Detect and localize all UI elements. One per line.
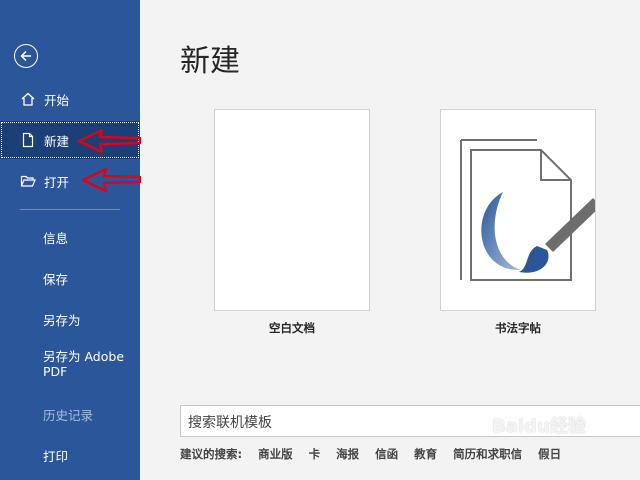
- nav-history: 历史记录: [0, 396, 140, 434]
- nav-new-label: 新建: [44, 133, 70, 149]
- template-calligraphy-label: 书法字帖: [495, 321, 541, 335]
- nav-save-as-adobe-label-line1: 另存为 Adobe: [43, 349, 125, 364]
- back-button[interactable]: [14, 44, 38, 68]
- open-folder-icon: [20, 173, 36, 189]
- nav-history-label: 历史记录: [43, 407, 94, 423]
- nav-save-label: 保存: [43, 271, 69, 287]
- nav-save-as[interactable]: 另存为: [0, 301, 140, 339]
- annotation-arrow-open: [81, 167, 142, 193]
- new-document-icon: [20, 132, 36, 148]
- suggested-link-resume[interactable]: 简历和求职信: [453, 446, 522, 462]
- nav-save-as-adobe-pdf-label: 另存为 Adobe PDF: [43, 349, 124, 379]
- baidu-jingyan-watermark: Baidu经验: [492, 416, 586, 437]
- nav-info[interactable]: 信息: [0, 219, 140, 257]
- nav-print[interactable]: 打印: [0, 437, 140, 475]
- annotation-arrow-new: [77, 128, 142, 154]
- backstage-sidebar: 开始 新建 打开 信息 保存 另存为 另存为 Adobe PDF 历史记录 打印: [0, 0, 140, 480]
- calligraphy-template-icon: [460, 139, 595, 281]
- suggested-searches-label: 建议的搜索:: [180, 447, 243, 461]
- search-placeholder: 搜索联机模板: [188, 415, 272, 431]
- page-title: 新建: [180, 44, 240, 79]
- nav-open-label: 打开: [44, 174, 70, 190]
- suggested-link-letter[interactable]: 信函: [375, 446, 398, 462]
- suggested-link-education[interactable]: 教育: [414, 446, 437, 462]
- suggested-link-poster[interactable]: 海报: [336, 446, 359, 462]
- nav-save-as-label: 另存为: [43, 312, 81, 328]
- template-blank-document-label: 空白文档: [269, 321, 315, 335]
- template-calligraphy[interactable]: [440, 109, 596, 311]
- template-blank-document[interactable]: [214, 109, 370, 311]
- nav-info-label: 信息: [43, 230, 69, 246]
- nav-home-label: 开始: [44, 92, 70, 108]
- nav-save[interactable]: 保存: [0, 260, 140, 298]
- nav-save-as-adobe-pdf[interactable]: 另存为 Adobe PDF: [0, 349, 140, 389]
- sidebar-divider: [20, 209, 120, 210]
- nav-print-label: 打印: [43, 448, 69, 464]
- nav-home[interactable]: 开始: [0, 80, 140, 118]
- suggested-link-business[interactable]: 商业版: [258, 446, 293, 462]
- suggested-link-card[interactable]: 卡: [309, 446, 321, 462]
- home-icon: [20, 91, 36, 107]
- back-arrow-icon: [20, 50, 31, 62]
- nav-save-as-adobe-label-line2: PDF: [43, 364, 68, 379]
- suggested-link-holiday[interactable]: 假日: [538, 446, 561, 462]
- suggested-searches: 建议的搜索: 商业版 卡 海报 信函 教育 简历和求职信 假日: [180, 446, 577, 462]
